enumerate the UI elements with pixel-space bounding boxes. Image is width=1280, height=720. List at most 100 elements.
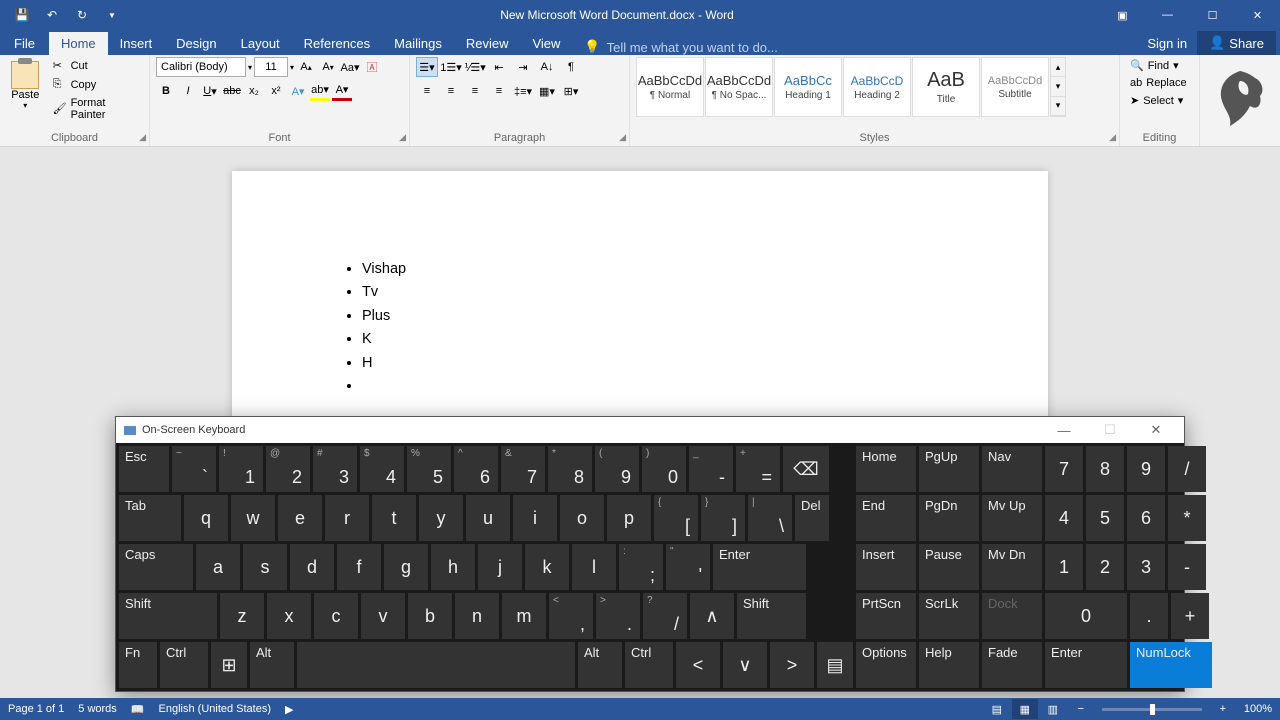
key-ctrl[interactable]: Ctrl: [160, 642, 208, 688]
key-[interactable]: >: [770, 642, 814, 688]
numkey-3[interactable]: 3: [1127, 544, 1165, 590]
styles-more-icon[interactable]: ▾: [1051, 97, 1065, 116]
key-5[interactable]: %5: [407, 446, 451, 492]
key-[interactable]: <,: [549, 593, 593, 639]
key-alt[interactable]: Alt: [250, 642, 294, 688]
style-heading-[interactable]: AaBbCcDHeading 2: [843, 57, 911, 117]
font-size-dropdown-icon[interactable]: ▾: [290, 63, 294, 72]
key-a[interactable]: a: [196, 544, 240, 590]
key-v[interactable]: v: [361, 593, 405, 639]
numkey-7[interactable]: 7: [1045, 446, 1083, 492]
key-1[interactable]: !1: [219, 446, 263, 492]
shading-button[interactable]: ▦▾: [536, 81, 558, 101]
line-spacing-button[interactable]: ‡≡▾: [512, 81, 534, 101]
key-p[interactable]: p: [607, 495, 651, 541]
numkey-9[interactable]: 9: [1127, 446, 1165, 492]
numkey-enter[interactable]: Enter: [1045, 642, 1127, 688]
key-f[interactable]: f: [337, 544, 381, 590]
style-heading-[interactable]: AaBbCcHeading 1: [774, 57, 842, 117]
key-i[interactable]: i: [513, 495, 557, 541]
list-item[interactable]: [362, 378, 948, 395]
font-color-button[interactable]: A▾: [332, 81, 352, 101]
key-help[interactable]: Help: [919, 642, 979, 688]
numkey--[interactable]: -: [1168, 544, 1206, 590]
numkey-6[interactable]: 6: [1127, 495, 1165, 541]
key-0[interactable]: )0: [642, 446, 686, 492]
shrink-font-button[interactable]: A▾: [318, 57, 338, 77]
tab-references[interactable]: References: [292, 32, 382, 55]
qat-dropdown-icon[interactable]: ▼: [98, 1, 126, 29]
sort-button[interactable]: A↓: [536, 57, 558, 77]
style-title[interactable]: AaBTitle: [912, 57, 980, 117]
maximize-icon[interactable]: ☐: [1190, 0, 1235, 30]
key-[interactable]: {[: [654, 495, 698, 541]
font-name-dropdown-icon[interactable]: ▾: [248, 63, 252, 72]
select-button[interactable]: ➤Select ▾: [1126, 92, 1193, 109]
font-size-input[interactable]: [254, 57, 288, 77]
key-[interactable]: ~`: [172, 446, 216, 492]
osk-maximize-icon[interactable]: ☐: [1090, 422, 1130, 438]
key-mvup[interactable]: Mv Up: [982, 495, 1042, 541]
print-layout-icon[interactable]: ▦: [1012, 699, 1038, 719]
tab-view[interactable]: View: [520, 32, 572, 55]
key-6[interactable]: ^6: [454, 446, 498, 492]
styles-launcher-icon[interactable]: ◢: [1109, 132, 1116, 143]
tab-file[interactable]: File: [0, 32, 49, 55]
read-mode-icon[interactable]: ▤: [984, 699, 1010, 719]
numkey-4[interactable]: 4: [1045, 495, 1083, 541]
language-status[interactable]: English (United States): [159, 703, 272, 715]
align-left-button[interactable]: ≡: [416, 81, 438, 101]
key-ctrl[interactable]: Ctrl: [625, 642, 673, 688]
key-g[interactable]: g: [384, 544, 428, 590]
tab-design[interactable]: Design: [164, 32, 228, 55]
justify-button[interactable]: ≡: [488, 81, 510, 101]
key-q[interactable]: q: [184, 495, 228, 541]
show-marks-button[interactable]: ¶: [560, 57, 582, 77]
align-center-button[interactable]: ≡: [440, 81, 462, 101]
copy-button[interactable]: ⎘Copy: [49, 76, 143, 94]
format-painter-button[interactable]: 🖌Format Painter: [49, 95, 143, 123]
tab-home[interactable]: Home: [49, 32, 108, 55]
key-u[interactable]: u: [466, 495, 510, 541]
zoom-level[interactable]: 100%: [1244, 703, 1272, 715]
styles-up-icon[interactable]: ▴: [1051, 58, 1065, 77]
key-[interactable]: ▤: [817, 642, 853, 688]
list-item[interactable]: K: [362, 331, 948, 348]
key-del[interactable]: Del: [795, 495, 829, 541]
key-y[interactable]: y: [419, 495, 463, 541]
numkey-1[interactable]: 1: [1045, 544, 1083, 590]
close-icon[interactable]: ✕: [1235, 0, 1280, 30]
key-[interactable]: |\: [748, 495, 792, 541]
italic-button[interactable]: I: [178, 81, 198, 101]
key-pgdn[interactable]: PgDn: [919, 495, 979, 541]
key-7[interactable]: &7: [501, 446, 545, 492]
key-home[interactable]: Home: [856, 446, 916, 492]
numkey-numlock[interactable]: NumLock: [1130, 642, 1212, 688]
cut-button[interactable]: ✂Cut: [49, 57, 143, 75]
key-2[interactable]: @2: [266, 446, 310, 492]
key-esc[interactable]: Esc: [119, 446, 169, 492]
key-[interactable]: +=: [736, 446, 780, 492]
inc-indent-button[interactable]: ⇥: [512, 57, 534, 77]
minimize-icon[interactable]: —: [1145, 0, 1190, 30]
numkey-0[interactable]: 0: [1045, 593, 1127, 639]
save-icon[interactable]: 💾: [8, 1, 36, 29]
subscript-button[interactable]: x₂: [244, 81, 264, 101]
signin-button[interactable]: Sign in: [1137, 32, 1197, 55]
key-fn[interactable]: Fn: [119, 642, 157, 688]
key-c[interactable]: c: [314, 593, 358, 639]
share-button[interactable]: 👤 Share: [1197, 31, 1276, 55]
list-item[interactable]: Plus: [362, 308, 948, 325]
tab-insert[interactable]: Insert: [108, 32, 165, 55]
tab-review[interactable]: Review: [454, 32, 521, 55]
key-[interactable]: ⊞: [211, 642, 247, 688]
key-j[interactable]: j: [478, 544, 522, 590]
key-d[interactable]: d: [290, 544, 334, 590]
align-right-button[interactable]: ≡: [464, 81, 486, 101]
font-name-input[interactable]: [156, 57, 246, 77]
numkey-.[interactable]: .: [1130, 593, 1168, 639]
underline-button[interactable]: U▾: [200, 81, 220, 101]
strike-button[interactable]: abc: [222, 81, 242, 101]
key-prtscn[interactable]: PrtScn: [856, 593, 916, 639]
key-h[interactable]: h: [431, 544, 475, 590]
